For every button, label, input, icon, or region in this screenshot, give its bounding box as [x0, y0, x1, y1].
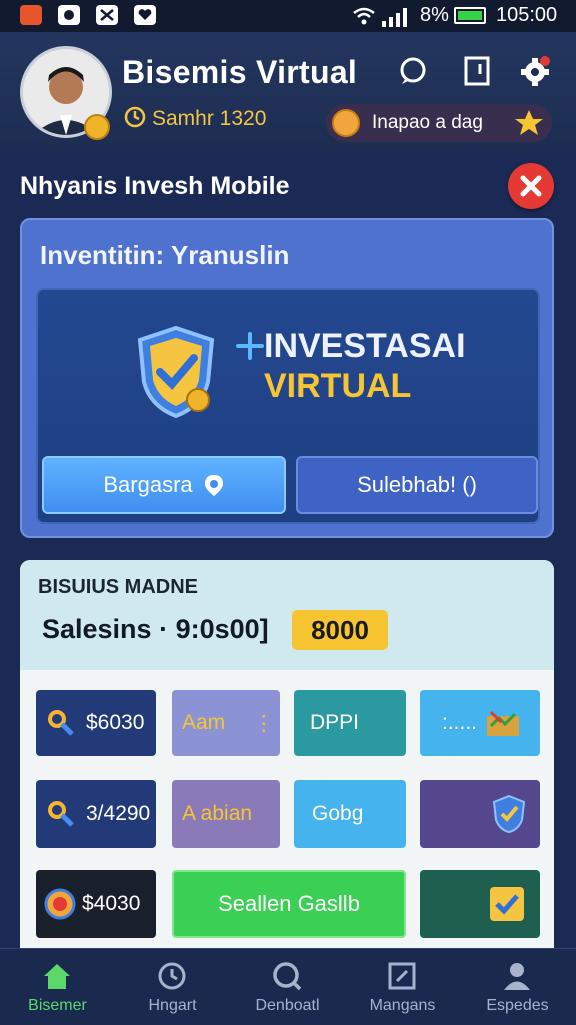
promo-banner[interactable]: Inapao a dag [326, 104, 552, 142]
secondary-action-label: Sulebhab! () [357, 472, 477, 497]
wifi-icon [353, 7, 375, 25]
edit-icon [388, 962, 416, 990]
banner-title-line1: INVESTASAI [264, 327, 466, 365]
asset-tile-7-label: Gobg [312, 802, 364, 825]
nav-item-profile[interactable]: Espedes [460, 949, 575, 1025]
heart-notification-icon [134, 5, 156, 25]
nav-item-history[interactable]: Hngart [115, 949, 230, 1025]
primary-action-label: Bargasra [103, 472, 193, 497]
asset-tile-10[interactable]: Seallen Gasllb [172, 870, 406, 938]
business-panel: BISUIUS MADNE Salesins · 9:0s00] 8000 $6… [20, 560, 554, 960]
signal-icon [382, 8, 407, 27]
camera-notification-icon [58, 5, 80, 25]
key-icon [48, 710, 74, 736]
asset-tile-9[interactable]: $4030 [36, 870, 156, 938]
asset-tile-6-label: A abian [182, 802, 253, 825]
app-title: Bisemis Virtual [122, 54, 358, 90]
nav-item-home[interactable]: Bisemer [0, 949, 115, 1025]
nav-label-profile: Espedes [486, 997, 549, 1014]
asset-tile-5[interactable]: 3/4290 [36, 780, 156, 848]
app-notification-icon [20, 5, 42, 25]
status-bar: 8% 105:00 [0, 0, 576, 32]
asset-tile-3[interactable]: DPPI [294, 690, 406, 756]
timer-icon [124, 106, 146, 128]
asset-tile-8[interactable] [420, 780, 540, 848]
business-title: BISUIUS MADNE [38, 576, 199, 598]
location-pin-icon [204, 475, 223, 496]
asset-tile-7[interactable]: Gobg [294, 780, 406, 848]
search-icon [273, 962, 302, 991]
close-icon [520, 175, 542, 197]
nav-item-search[interactable]: Denboatl [230, 949, 345, 1025]
section-title: Nhyanis Invesh Mobile [20, 172, 290, 200]
primary-action-button[interactable]: Bargasra [42, 456, 286, 514]
key-icon [48, 801, 74, 827]
battery-icon [454, 7, 486, 24]
close-button[interactable] [508, 163, 554, 209]
nav-item-manage[interactable]: Mangans [345, 949, 460, 1025]
investment-banner: INVESTASAI VIRTUAL Bargasra Sulebhab! () [36, 288, 540, 524]
nav-label-manage: Mangans [369, 997, 436, 1014]
star-icon [515, 110, 543, 135]
home-icon [44, 964, 70, 989]
banner-title-line2: VIRTUAL [264, 367, 412, 405]
asset-tile-4[interactable]: :..... [420, 690, 540, 756]
coin-balance-text: Samhr 1320 [152, 107, 267, 130]
business-summary: BISUIUS MADNE Salesins · 9:0s00] 8000 [20, 560, 554, 670]
more-dots-icon: ⋮ [253, 711, 275, 735]
chat-icon[interactable] [396, 54, 430, 88]
asset-tile-1-label: $6030 [86, 711, 145, 734]
clock: 105:00 [496, 4, 558, 26]
document-icon[interactable] [460, 54, 494, 88]
gold-coin-icon [332, 109, 360, 137]
asset-tile-3-label: DPPI [310, 711, 360, 734]
check-icon [490, 887, 524, 921]
nav-label-search: Denboatl [255, 997, 320, 1014]
battery-percent: 8% [420, 4, 449, 26]
bottom-navigation: Bisemer Hngart Denboatl Mangans Espedes [0, 948, 576, 1025]
banner-title: INVESTASAI VIRTUAL [264, 326, 466, 406]
coin-icon [44, 888, 76, 920]
promo-text: Inapao a dag [372, 112, 483, 133]
asset-tile-4-label: :..... [442, 711, 478, 734]
profile-icon [504, 963, 530, 990]
settings-gear-icon[interactable] [518, 54, 552, 88]
investment-card: Inventitin: Yranuslin INVESTASAI VIRTUAL… [20, 218, 554, 538]
level-coin-badge [84, 114, 110, 140]
investment-card-heading: Inventitin: Yranuslin [40, 240, 290, 270]
asset-tile-2[interactable]: Aam ⋮ [172, 690, 280, 756]
photo-notification-icon [96, 5, 118, 25]
time-icon [158, 962, 186, 990]
plus-sparkle-icon [236, 332, 264, 360]
sales-label: Salesins · 9:0s00] [42, 614, 269, 644]
asset-tile-5-label: 3/4290 [86, 802, 151, 825]
coin-balance: Samhr 1320 [124, 106, 266, 131]
nav-label-history: Hngart [148, 997, 197, 1014]
nav-label-home: Bisemer [28, 997, 87, 1014]
secondary-action-button[interactable]: Sulebhab! () [296, 456, 538, 514]
shield-check-icon [137, 325, 215, 419]
asset-tile-6[interactable]: A abian [172, 780, 280, 848]
shield-icon [492, 794, 526, 834]
asset-tile-10-label: Seallen Gasllb [218, 891, 360, 916]
sales-value-badge[interactable]: 8000 [292, 610, 388, 650]
asset-tile-1[interactable]: $6030 [36, 690, 156, 756]
asset-tile-11[interactable] [420, 870, 540, 938]
app-header: Bisemis Virtual Samhr 1320 Inapao a dag [0, 32, 576, 152]
asset-tile-2-label: Aam [182, 711, 226, 734]
asset-tile-9-label: $4030 [82, 892, 141, 915]
chart-card-icon [487, 710, 520, 736]
